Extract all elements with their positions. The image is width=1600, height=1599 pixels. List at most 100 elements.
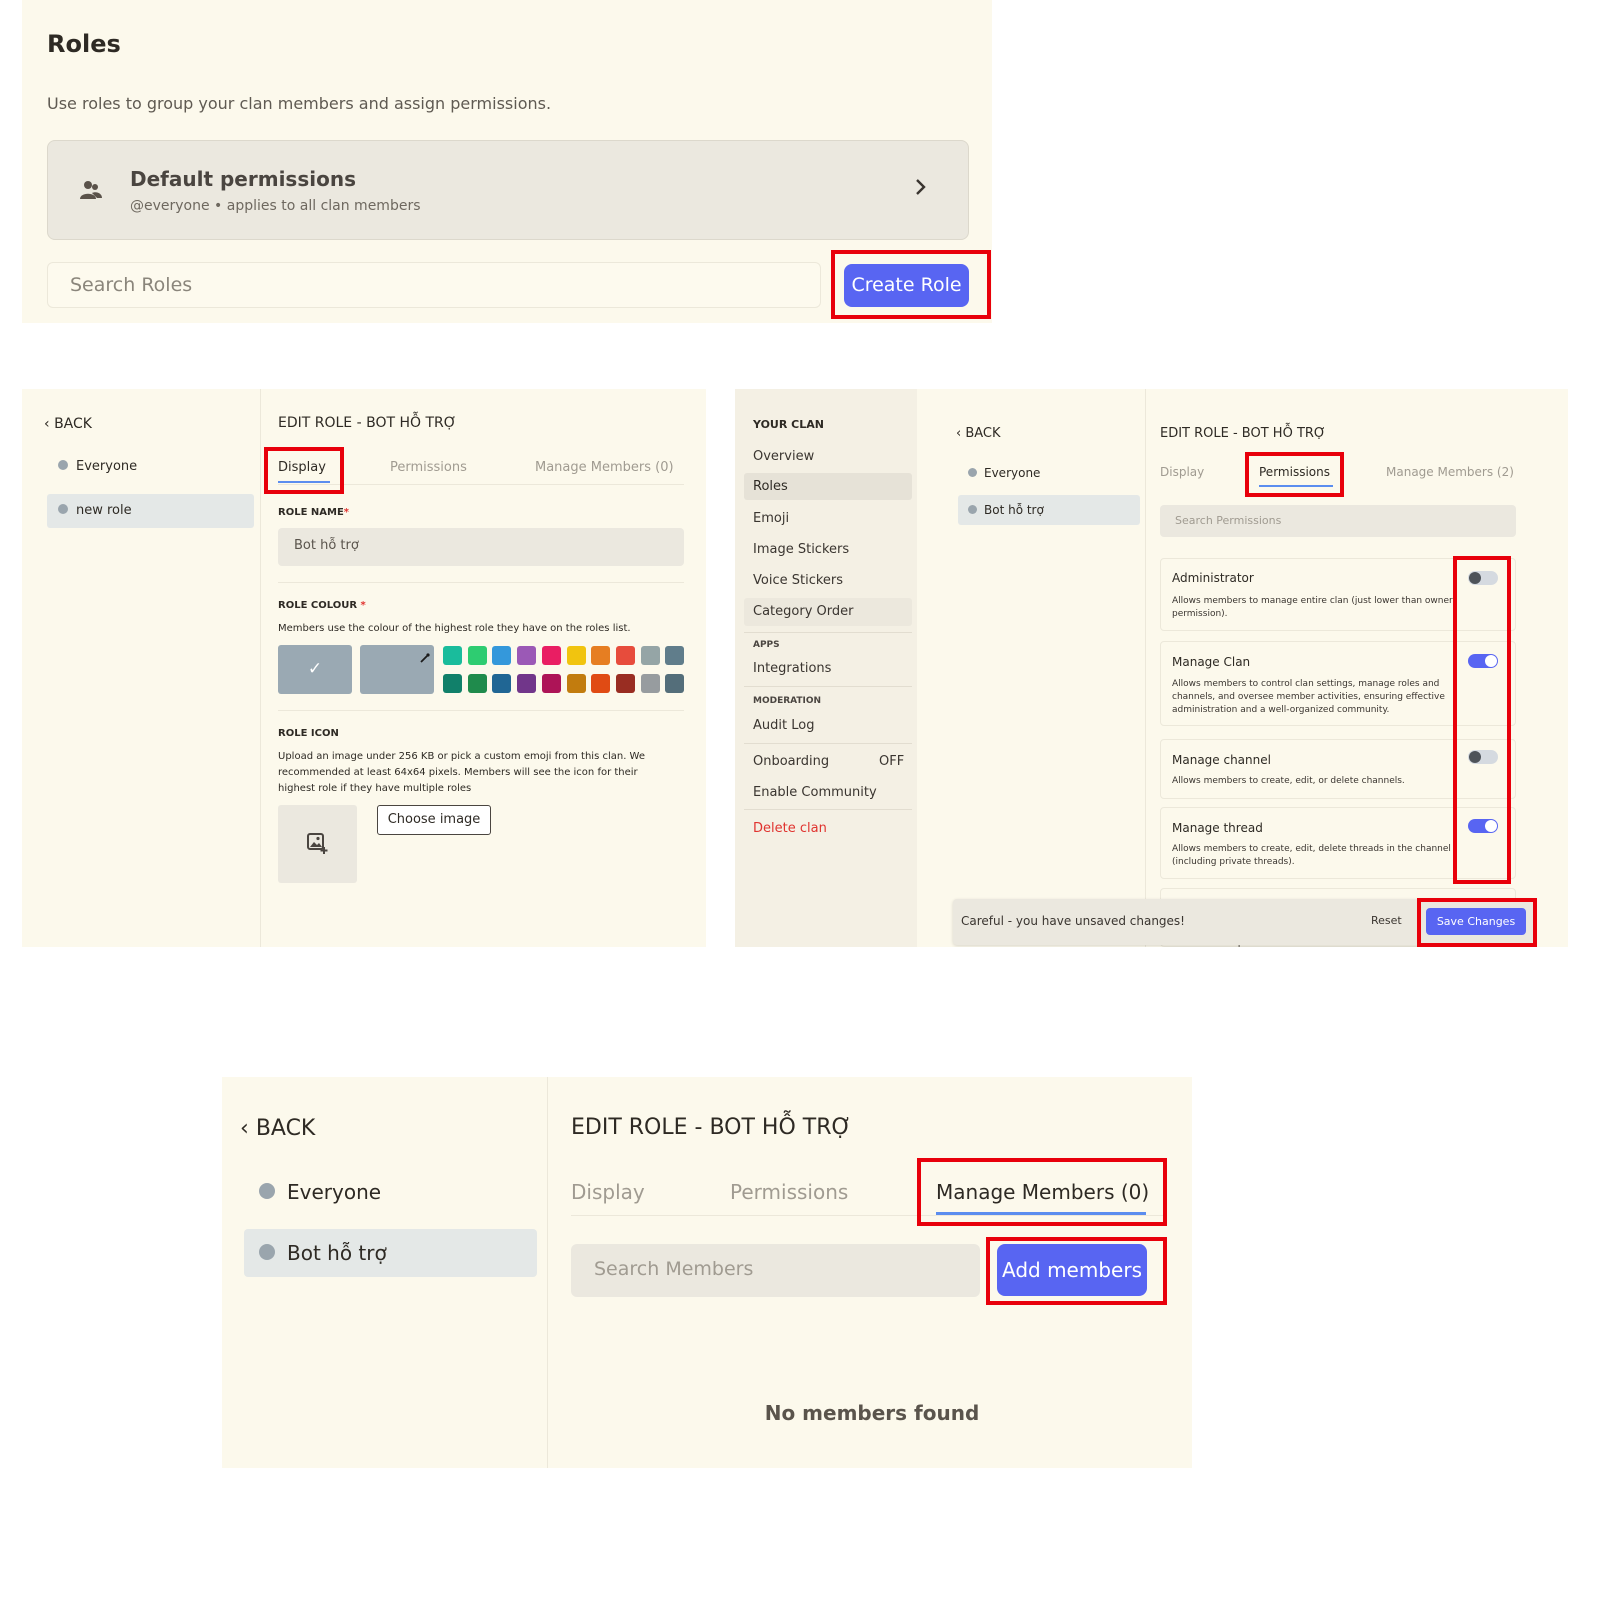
- custom-colour-swatch[interactable]: [360, 645, 434, 694]
- colour-swatch[interactable]: [566, 646, 586, 665]
- role-item-everyone[interactable]: Everyone: [244, 1180, 537, 1210]
- sidebar-divider: [744, 743, 912, 744]
- colour-swatch[interactable]: [640, 674, 660, 693]
- role-colour-help: Members use the colour of the highest ro…: [278, 623, 631, 634]
- colour-swatch[interactable]: [492, 674, 512, 693]
- tab-permissions[interactable]: Permissions: [730, 1180, 848, 1204]
- role-dot: [58, 504, 68, 514]
- colour-swatch[interactable]: [665, 674, 685, 693]
- colour-swatch[interactable]: [443, 646, 462, 665]
- tab-permissions[interactable]: Permissions: [1259, 465, 1330, 479]
- colour-swatch[interactable]: [566, 674, 586, 693]
- role-item-selected[interactable]: new role: [47, 494, 254, 528]
- manage-thread-toggle[interactable]: [1468, 819, 1498, 833]
- tab-display[interactable]: Display: [571, 1180, 645, 1204]
- role-item-everyone[interactable]: Everyone: [958, 466, 1140, 488]
- role-name-input[interactable]: Bot hỗ trợ: [278, 528, 684, 566]
- role-name-value: Bot hỗ trợ: [294, 538, 359, 553]
- search-roles-input[interactable]: Search Roles: [47, 262, 821, 308]
- tab-permissions-label: Permissions: [390, 460, 467, 475]
- default-colour-swatch[interactable]: ✓: [278, 645, 352, 694]
- role-item-everyone[interactable]: Everyone: [47, 459, 254, 481]
- tab-active-underline: [278, 481, 330, 483]
- colour-swatch[interactable]: [591, 646, 611, 665]
- sidebar-item-voice-stickers[interactable]: Voice Stickers: [753, 573, 843, 588]
- choose-image-button[interactable]: Choose image: [377, 805, 491, 835]
- tab-active-underline: [936, 1212, 1146, 1215]
- sidebar-section-title: YOUR CLAN: [753, 418, 824, 431]
- manage-channel-toggle[interactable]: [1468, 750, 1498, 764]
- sidebar-item-audit-log[interactable]: Audit Log: [753, 718, 814, 733]
- save-changes-button[interactable]: Save Changes: [1426, 908, 1526, 935]
- permission-name: Manage thread: [1172, 821, 1263, 835]
- roles-panel: Roles Use roles to group your clan membe…: [22, 0, 992, 323]
- colour-swatch[interactable]: [492, 646, 512, 665]
- sidebar-item-overview[interactable]: Overview: [753, 449, 814, 464]
- role-dot: [968, 505, 977, 514]
- colour-swatch[interactable]: [467, 646, 487, 665]
- section-divider: [278, 710, 684, 711]
- edit-role-heading: EDIT ROLE - BOT HỖ TRỢ: [278, 415, 457, 431]
- default-permissions-title: Default permissions: [130, 167, 356, 191]
- section-divider: [278, 582, 684, 583]
- sidebar-item-onboarding[interactable]: Onboarding: [753, 754, 829, 769]
- sidebar-item-image-stickers[interactable]: Image Stickers: [753, 542, 849, 557]
- colour-swatch[interactable]: [541, 674, 561, 693]
- back-link[interactable]: ‹ BACK: [44, 416, 92, 432]
- permission-row-manage-channel: Manage channel Allows members to create,…: [1160, 739, 1516, 799]
- save-changes-label: Save Changes: [1436, 915, 1516, 928]
- role-label: Bot hỗ trợ: [984, 503, 1044, 517]
- required-mark: *: [343, 507, 350, 518]
- search-members-input[interactable]: Search Members: [571, 1244, 980, 1297]
- sidebar-item-delete-clan[interactable]: Delete clan: [753, 821, 827, 836]
- colour-swatch[interactable]: [517, 674, 537, 693]
- edit-role-heading: EDIT ROLE - BOT HỖ TRỢ: [571, 1115, 852, 1140]
- sidebar-item-integrations[interactable]: Integrations: [753, 661, 831, 676]
- chevron-left-icon: ‹: [956, 426, 962, 441]
- sidebar-item-emoji[interactable]: Emoji: [753, 511, 789, 526]
- back-link[interactable]: ‹ BACK: [240, 1116, 315, 1141]
- role-name-label: ROLE NAME*: [278, 507, 350, 518]
- colour-swatch[interactable]: [517, 646, 537, 665]
- permission-row-manage-clan: Manage Clan Allows members to control cl…: [1160, 641, 1516, 726]
- back-link[interactable]: ‹ BACK: [956, 426, 1001, 441]
- colour-swatch[interactable]: [467, 674, 487, 693]
- eyedropper-icon: [420, 648, 430, 667]
- default-permissions-card[interactable]: Default permissions @everyone • applies …: [47, 140, 969, 240]
- colour-swatch[interactable]: [665, 646, 685, 665]
- colour-swatch[interactable]: [443, 674, 462, 693]
- role-dot: [259, 1183, 275, 1199]
- role-item-selected[interactable]: Bot hỗ trợ: [958, 495, 1140, 525]
- tab-manage-members[interactable]: Manage Members (0): [535, 460, 674, 475]
- sidebar-item-roles[interactable]: Roles: [744, 473, 912, 500]
- image-add-icon: [307, 833, 329, 859]
- display-panel: ‹ BACK Everyone new role EDIT ROLE - BOT…: [22, 389, 706, 947]
- manage-clan-toggle[interactable]: [1468, 654, 1498, 668]
- colour-swatch[interactable]: [591, 674, 611, 693]
- tab-display[interactable]: Display: [1160, 465, 1204, 479]
- role-icon-upload[interactable]: [278, 805, 357, 883]
- unsaved-changes-bar: Careful - you have unsaved changes! Rese…: [953, 899, 1533, 945]
- role-item-selected[interactable]: Bot hỗ trợ: [244, 1229, 537, 1277]
- colour-swatch[interactable]: [615, 646, 635, 665]
- role-dot: [259, 1244, 275, 1260]
- colour-swatch[interactable]: [615, 674, 635, 693]
- create-role-button[interactable]: Create Role: [844, 264, 969, 307]
- unsaved-changes-text: Careful - you have unsaved changes!: [961, 914, 1185, 928]
- tab-display[interactable]: Display: [278, 460, 326, 475]
- colour-swatch[interactable]: [541, 646, 561, 665]
- tab-manage-members[interactable]: Manage Members (2): [1386, 465, 1514, 479]
- tab-permissions[interactable]: Permissions: [390, 460, 467, 475]
- sidebar-item-enable-community[interactable]: Enable Community: [753, 785, 877, 800]
- tab-display-label: Display: [278, 460, 326, 475]
- search-permissions-input[interactable]: Search Permissions: [1160, 505, 1516, 537]
- role-label: Everyone: [287, 1180, 382, 1204]
- back-label: BACK: [965, 426, 1001, 441]
- tab-manage-members[interactable]: Manage Members (0): [936, 1180, 1149, 1204]
- administrator-toggle[interactable]: [1468, 571, 1498, 585]
- sidebar-item-category-order[interactable]: Category Order: [744, 598, 912, 626]
- colour-swatch[interactable]: [640, 646, 660, 665]
- role-icon-help: Upload an image under 256 KB or pick a c…: [278, 751, 646, 794]
- add-members-button[interactable]: Add members: [997, 1244, 1147, 1296]
- reset-button[interactable]: Reset: [1371, 914, 1402, 927]
